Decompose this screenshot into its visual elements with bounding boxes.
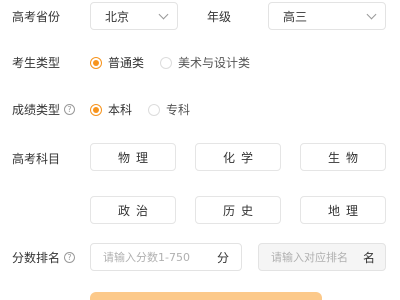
grade-value: 高三: [283, 9, 308, 24]
chevron-down-icon: [366, 9, 377, 19]
radio-label: 美术与设计类: [178, 56, 251, 70]
chevron-down-icon: [158, 9, 169, 19]
student-type-option-regular[interactable]: 普通类: [90, 54, 144, 71]
score-type-label: 成绩类型 ?: [12, 101, 76, 117]
province-value: 北京: [105, 9, 130, 24]
grade-select[interactable]: 高三: [268, 2, 386, 30]
grade-label: 年级: [207, 8, 231, 24]
radio-label: 本科: [108, 103, 133, 117]
radio-unchecked-icon: [148, 103, 161, 116]
rank-placeholder: 请输入对应排名: [271, 251, 348, 264]
score-placeholder: 请输入分数1-750: [103, 251, 190, 264]
subject-biology-button[interactable]: 生物: [300, 143, 386, 171]
submit-button[interactable]: [90, 292, 322, 300]
score-type-option-undergrad[interactable]: 本科: [90, 101, 132, 118]
province-label-text: 高考省份: [12, 9, 61, 24]
score-type-option-college[interactable]: 专科: [148, 101, 190, 118]
score-type-radio-group: 本科 专科: [90, 101, 206, 118]
score-rank-label-text: 分数排名: [12, 250, 61, 265]
score-type-label-text: 成绩类型: [12, 102, 61, 117]
student-type-label: 考生类型: [12, 54, 60, 70]
score-unit: 分: [216, 250, 229, 265]
subjects-label-text: 高考科目: [12, 151, 61, 166]
score-rank-label: 分数排名 ?: [12, 249, 76, 265]
radio-checked-icon: [90, 56, 102, 69]
subject-physics-button[interactable]: 物理: [90, 143, 176, 171]
question-circle-icon[interactable]: ?: [64, 103, 76, 115]
student-type-label-text: 考生类型: [12, 55, 61, 70]
subject-chemistry-button[interactable]: 化学: [195, 143, 281, 171]
province-select[interactable]: 北京: [90, 2, 178, 30]
radio-checked-icon: [90, 103, 102, 116]
radio-label: 专科: [166, 103, 191, 117]
province-label: 高考省份: [12, 8, 60, 24]
rank-input[interactable]: 请输入对应排名 名: [258, 243, 386, 271]
rank-unit: 名: [362, 250, 375, 265]
score-input[interactable]: 请输入分数1-750 分: [90, 243, 242, 271]
subject-politics-button[interactable]: 政治: [90, 196, 176, 224]
subject-history-button[interactable]: 历史: [195, 196, 281, 224]
grade-label-text: 年级: [207, 9, 232, 24]
student-type-option-art[interactable]: 美术与设计类: [160, 54, 250, 71]
student-type-radio-group: 普通类 美术与设计类: [90, 54, 266, 71]
radio-label: 普通类: [108, 56, 145, 70]
subjects-label: 高考科目: [12, 150, 60, 166]
question-circle-icon[interactable]: ?: [64, 251, 76, 263]
radio-unchecked-icon: [160, 56, 173, 69]
subject-geography-button[interactable]: 地理: [300, 196, 386, 224]
